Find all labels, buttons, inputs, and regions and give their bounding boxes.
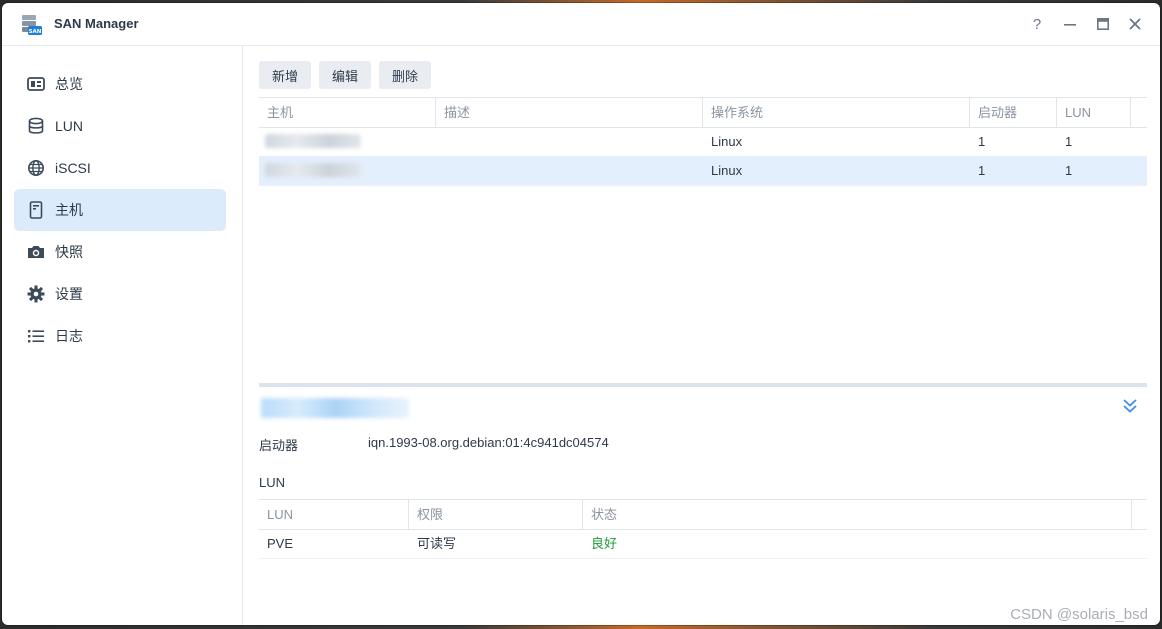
column-header-lun[interactable]: LUN	[1057, 98, 1131, 127]
overview-icon	[26, 74, 46, 94]
delete-button[interactable]: 删除	[379, 61, 432, 89]
host-name-cell	[259, 156, 436, 185]
sidebar: 总览 LUN iSCSI 主机 快照 设置 日志	[2, 46, 243, 625]
hosts-table-header: 主机 描述 操作系统 启动器 LUN	[259, 97, 1147, 128]
status-cell: 良好	[591, 536, 618, 551]
host-name-cell	[259, 127, 436, 156]
initiator-value: iqn.1993-08.org.debian:01:4c941dc04574	[368, 435, 609, 450]
sidebar-item-label: iSCSI	[55, 160, 91, 176]
sidebar-item-label: LUN	[55, 118, 84, 134]
column-header-lun[interactable]: LUN	[259, 500, 409, 529]
host-icon	[26, 200, 46, 220]
sidebar-item-overview[interactable]: 总览	[14, 63, 226, 105]
svg-text:SAN: SAN	[29, 29, 42, 35]
initiators-cell: 1	[978, 134, 986, 149]
initiator-label: 启动器	[259, 438, 299, 453]
help-button[interactable]: ?	[1026, 13, 1048, 35]
column-header-host[interactable]: 主机	[259, 98, 436, 127]
column-header-description[interactable]: 描述	[436, 98, 703, 127]
column-header-os[interactable]: 操作系统	[703, 98, 970, 127]
list-icon	[26, 326, 46, 346]
lun-count-cell: 1	[1065, 163, 1073, 178]
table-row[interactable]: PVE 可读写 良好	[259, 529, 1147, 559]
lun-table-header: LUN 权限 状态	[259, 499, 1147, 530]
camera-icon	[26, 242, 46, 262]
sidebar-item-label: 主机	[55, 202, 83, 218]
help-icon: ?	[1032, 15, 1042, 33]
collapse-detail-button[interactable]	[1120, 396, 1140, 416]
table-row[interactable]: Linux 1 1	[259, 127, 1147, 157]
globe-icon	[26, 158, 46, 178]
table-row-selected[interactable]: Linux 1 1	[259, 156, 1147, 186]
san-manager-window: SAN SAN Manager ? 总览 LUN iSCSI 主机 快照 设置 …	[2, 3, 1160, 625]
minimize-button[interactable]	[1059, 13, 1081, 35]
minimize-icon	[1064, 24, 1076, 26]
redacted-host-name	[265, 163, 361, 177]
lun-name-cell: PVE	[267, 536, 294, 551]
sidebar-item-snapshot[interactable]: 快照	[14, 231, 226, 273]
gear-icon	[26, 284, 46, 304]
permission-cell: 可读写	[417, 536, 457, 551]
main-panel: 新增 编辑 删除 主机 描述 操作系统 启动器 LUN Linux 1 1 Li…	[243, 46, 1160, 625]
sidebar-item-lun[interactable]: LUN	[14, 105, 226, 147]
sidebar-item-label: 总览	[55, 76, 83, 92]
description-cell	[436, 156, 703, 185]
double-chevron-down-icon	[1123, 399, 1137, 413]
watermark: CSDN @solaris_bsd	[1010, 606, 1148, 623]
title-bar[interactable]: SAN SAN Manager ?	[2, 3, 1160, 46]
description-cell	[436, 127, 703, 156]
maximize-icon	[1097, 18, 1109, 30]
window-title: SAN Manager	[54, 16, 139, 31]
redacted-host-name	[265, 134, 361, 148]
add-button[interactable]: 新增	[259, 61, 312, 89]
initiators-cell: 1	[978, 163, 986, 178]
sidebar-item-iscsi[interactable]: iSCSI	[14, 147, 226, 189]
sidebar-item-log[interactable]: 日志	[14, 315, 226, 357]
detail-splitter[interactable]	[259, 383, 1147, 387]
sidebar-item-settings[interactable]: 设置	[14, 273, 226, 315]
maximize-button[interactable]	[1092, 13, 1114, 35]
sidebar-item-label: 快照	[55, 244, 83, 260]
lun-count-cell: 1	[1065, 134, 1073, 149]
lun-section-title: LUN	[259, 475, 286, 490]
column-header-status[interactable]: 状态	[583, 500, 1132, 529]
column-header-initiators[interactable]: 启动器	[970, 98, 1057, 127]
sidebar-item-label: 设置	[55, 286, 83, 302]
os-cell: Linux	[711, 163, 743, 178]
database-icon	[26, 116, 46, 136]
column-header-permission[interactable]: 权限	[409, 500, 583, 529]
lun-table: LUN 权限 状态 PVE 可读写 良好	[259, 499, 1147, 559]
hosts-table: 主机 描述 操作系统 启动器 LUN Linux 1 1 Linux 1 1	[259, 97, 1147, 187]
close-icon	[1129, 18, 1141, 30]
os-cell: Linux	[711, 134, 743, 149]
sidebar-item-host[interactable]: 主机	[14, 189, 226, 231]
close-button[interactable]	[1124, 13, 1146, 35]
edit-button[interactable]: 编辑	[319, 61, 372, 89]
redacted-host-title	[261, 398, 409, 418]
sidebar-item-label: 日志	[55, 328, 83, 344]
san-app-icon: SAN	[19, 13, 43, 37]
